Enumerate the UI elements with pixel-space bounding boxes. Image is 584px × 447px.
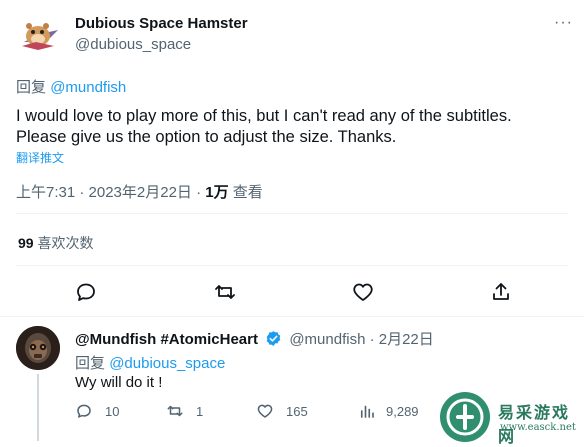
reply-prefix: 回复 bbox=[16, 79, 47, 96]
reply-likes-button[interactable]: 165 bbox=[256, 402, 308, 420]
analytics-icon bbox=[360, 405, 374, 418]
reply-to-mention[interactable]: @mundfish bbox=[50, 79, 126, 96]
views-count: 1万 bbox=[205, 184, 229, 201]
reply-likes-count: 165 bbox=[286, 403, 308, 419]
watermark-url: www.easck.net bbox=[500, 422, 576, 433]
reply-reply-context: 回复 @dubious_space bbox=[75, 352, 225, 373]
reply-context: 回复 @mundfish bbox=[16, 76, 126, 97]
like-button[interactable] bbox=[351, 280, 375, 304]
reply-views-count: 9,289 bbox=[386, 403, 419, 419]
mundfish-avatar-image bbox=[16, 326, 60, 370]
divider bbox=[16, 213, 568, 214]
verified-badge-icon bbox=[265, 330, 282, 351]
reply-text: Wy will do it ! bbox=[75, 374, 163, 391]
likes-summary[interactable]: 99 喜欢次数 bbox=[18, 233, 93, 253]
reply-replies-button[interactable]: 10 bbox=[75, 402, 119, 420]
reply-reply-mention[interactable]: @dubious_space bbox=[109, 355, 225, 372]
reply-replies-count: 10 bbox=[105, 403, 120, 419]
retweet-button[interactable] bbox=[213, 280, 237, 304]
hamster-avatar-image bbox=[18, 12, 62, 56]
heart-icon bbox=[353, 283, 373, 301]
reply-retweets-button[interactable]: 1 bbox=[166, 402, 203, 420]
author-handle[interactable]: @dubious_space bbox=[75, 36, 191, 53]
hamster-avatar[interactable] bbox=[18, 12, 62, 56]
retweet-icon bbox=[215, 285, 235, 299]
reply-reply-prefix: 回复 bbox=[75, 355, 106, 372]
reply-button[interactable] bbox=[74, 280, 98, 304]
reply-author-handle-time[interactable]: @mundfish · 2月22日 bbox=[289, 331, 433, 348]
tweet-text: I would love to play more of this, but I… bbox=[16, 106, 571, 148]
views-label: 查看 bbox=[228, 184, 263, 201]
tweet-text-line-1: I would love to play more of this, but I… bbox=[16, 107, 512, 125]
watermark-logo-icon bbox=[440, 392, 490, 442]
divider bbox=[16, 265, 568, 266]
reply-author-line: @Mundfish #AtomicHeart @mundfish · 2月22日 bbox=[75, 328, 434, 351]
tweet-text-line-2: Please give us the option to adjust the … bbox=[16, 128, 397, 146]
likes-count: 99 bbox=[18, 235, 34, 251]
share-button[interactable] bbox=[489, 280, 513, 304]
reply-retweets-count: 1 bbox=[196, 403, 204, 419]
divider bbox=[0, 316, 584, 317]
reply-icon bbox=[77, 404, 91, 418]
tweet-meta: 上午7:31 · 2023年2月22日 · 1万 查看 bbox=[16, 181, 263, 202]
tweet-timestamp[interactable]: 上午7:31 · 2023年2月22日 · bbox=[16, 184, 205, 201]
thread-connector bbox=[37, 374, 39, 441]
reply-views-button[interactable]: 9,289 bbox=[358, 402, 419, 420]
share-icon bbox=[493, 283, 509, 300]
retweet-icon bbox=[167, 405, 183, 417]
reply-author-name[interactable]: @Mundfish #AtomicHeart bbox=[75, 331, 258, 348]
likes-label: 喜欢次数 bbox=[33, 235, 94, 251]
author-display-name[interactable]: Dubious Space Hamster bbox=[75, 15, 248, 32]
translate-tweet-link[interactable]: 翻译推文 bbox=[16, 149, 64, 166]
reply-icon bbox=[77, 283, 95, 301]
mundfish-avatar[interactable] bbox=[16, 326, 60, 370]
heart-icon bbox=[257, 404, 273, 418]
more-options-icon[interactable]: ··· bbox=[554, 14, 573, 32]
